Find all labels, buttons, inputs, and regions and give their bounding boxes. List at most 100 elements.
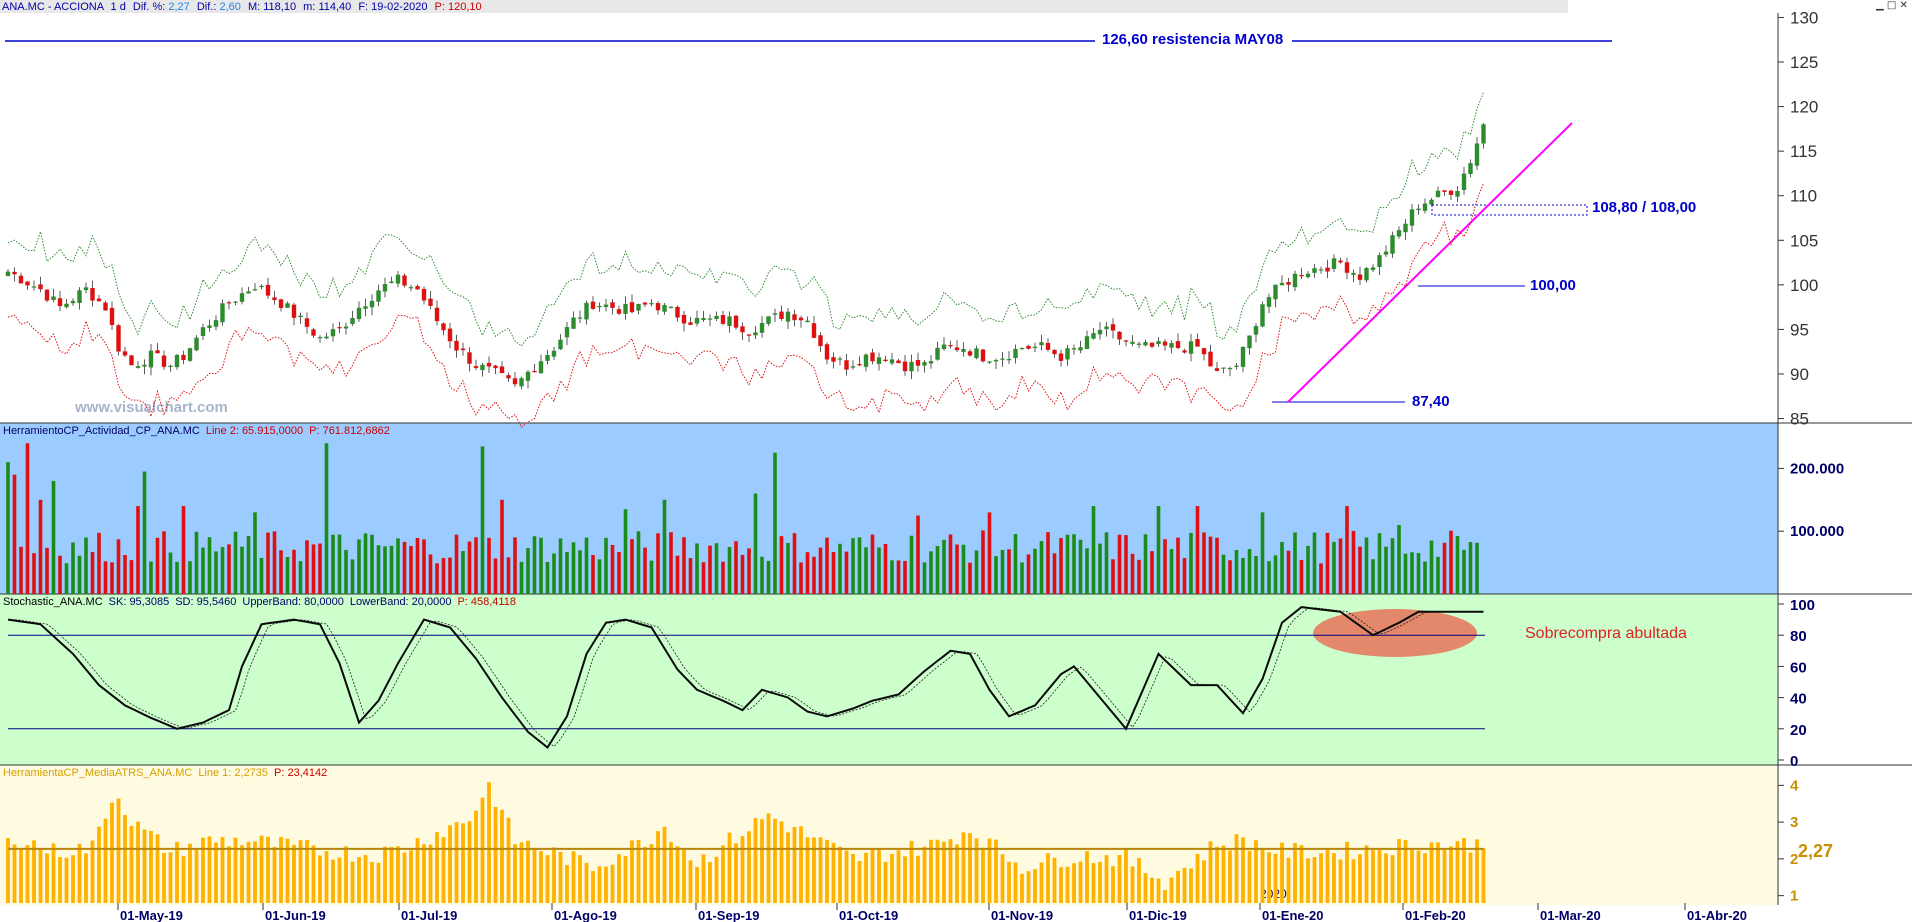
volume-bar xyxy=(246,535,251,594)
atr-bar xyxy=(1065,866,1070,903)
candle xyxy=(1448,190,1454,195)
volume-bar xyxy=(1423,561,1427,594)
volume-bar xyxy=(1468,542,1473,594)
atr-bar xyxy=(259,835,264,903)
candle xyxy=(421,288,427,301)
volume-axis-label: 200.000 xyxy=(1790,460,1844,477)
candle xyxy=(1117,331,1122,340)
volume-bar xyxy=(896,560,901,594)
candle xyxy=(12,271,17,275)
candle xyxy=(558,339,563,350)
volume-bar xyxy=(805,552,810,594)
candle xyxy=(1331,258,1337,269)
candle xyxy=(51,296,56,301)
volume-bar xyxy=(1020,562,1024,594)
volume-bar xyxy=(1260,512,1265,594)
candle xyxy=(759,323,765,333)
candle xyxy=(1123,340,1129,342)
volume-bar xyxy=(1052,553,1057,594)
volume-bar xyxy=(1254,556,1258,594)
volume-bar xyxy=(233,531,238,594)
atr-bar xyxy=(779,821,784,903)
candle xyxy=(753,332,758,336)
price-axis-label: 85 xyxy=(1790,410,1809,429)
volume-bar xyxy=(1234,550,1239,594)
volume-bar xyxy=(155,537,160,594)
atr-bar xyxy=(409,850,413,903)
atr-bar xyxy=(240,845,244,903)
atr-bar xyxy=(1371,850,1375,903)
volume-bar xyxy=(1091,506,1096,594)
volume-bar xyxy=(1455,536,1460,594)
atr-bar xyxy=(1098,861,1102,903)
atr-bar xyxy=(981,847,985,903)
level-low-label: 87,40 xyxy=(1412,393,1450,410)
candle xyxy=(395,274,401,284)
volume-bar xyxy=(734,541,738,594)
volume-bar xyxy=(792,533,797,594)
volume-bar xyxy=(1403,553,1408,594)
candle xyxy=(1214,368,1220,371)
volume-bar xyxy=(506,557,511,594)
volume-bar xyxy=(974,550,979,594)
candle xyxy=(818,335,823,347)
candle xyxy=(1292,273,1298,288)
candle xyxy=(1396,230,1402,237)
volume-bar xyxy=(1202,532,1206,594)
volume-bar xyxy=(58,555,62,594)
volume-bar xyxy=(123,555,127,594)
atr-bar xyxy=(617,854,621,903)
atr-bar xyxy=(669,842,673,903)
candle xyxy=(187,348,193,361)
volume-bar xyxy=(994,556,998,594)
atr-bar xyxy=(968,833,972,903)
candle xyxy=(1188,341,1194,354)
candle xyxy=(1325,267,1330,272)
volume-bar xyxy=(786,542,790,594)
volume-bar xyxy=(331,534,335,594)
atr-bar xyxy=(149,830,153,903)
candle xyxy=(467,352,472,364)
candle xyxy=(1390,235,1395,254)
watermark: www.visualchart.com xyxy=(74,399,228,416)
atr-bar xyxy=(1267,852,1271,903)
atr-bar xyxy=(578,855,582,903)
volume-bar xyxy=(181,506,186,594)
volume-bar xyxy=(1364,537,1369,594)
overbought-ellipse xyxy=(1313,609,1477,657)
atr-bar xyxy=(1052,857,1057,903)
candle xyxy=(389,281,394,284)
atr-bar xyxy=(526,840,530,903)
atr-bar xyxy=(1039,862,1044,903)
candle xyxy=(915,359,921,366)
volume-bar xyxy=(311,544,316,594)
atr-bar xyxy=(220,837,225,903)
atr-bar xyxy=(396,846,400,903)
volume-bar xyxy=(942,539,946,594)
atr-bar xyxy=(604,866,608,903)
candle xyxy=(1149,342,1155,347)
atr-bar xyxy=(480,797,485,903)
atr-panel-title: HerramientaCP_MediaATRS_ANA.MC Line 1: 2,… xyxy=(3,767,327,779)
atr-bar xyxy=(552,847,556,903)
atr-bar xyxy=(545,855,550,903)
atr-bar xyxy=(786,832,790,903)
atr-bar xyxy=(1442,849,1447,903)
candle xyxy=(103,302,108,311)
candle xyxy=(1364,268,1369,281)
atr-bar xyxy=(175,841,179,903)
candle xyxy=(798,317,804,321)
atr-bar xyxy=(1137,858,1141,903)
candle xyxy=(577,317,583,319)
level-100-label: 100,00 xyxy=(1530,277,1576,294)
candle xyxy=(1045,342,1051,350)
volume-bar xyxy=(45,547,49,594)
chart-canvas[interactable]: HerramientoCP_Actividad_CP_ANA.MC Line 2:… xyxy=(0,0,1912,922)
volume-bar xyxy=(610,544,615,594)
atr-bar xyxy=(818,837,823,903)
atr-bar xyxy=(1117,854,1122,903)
candle xyxy=(213,320,219,327)
atr-bar xyxy=(1215,846,1219,903)
atr-bar xyxy=(1429,842,1434,903)
volume-bar xyxy=(890,560,894,594)
